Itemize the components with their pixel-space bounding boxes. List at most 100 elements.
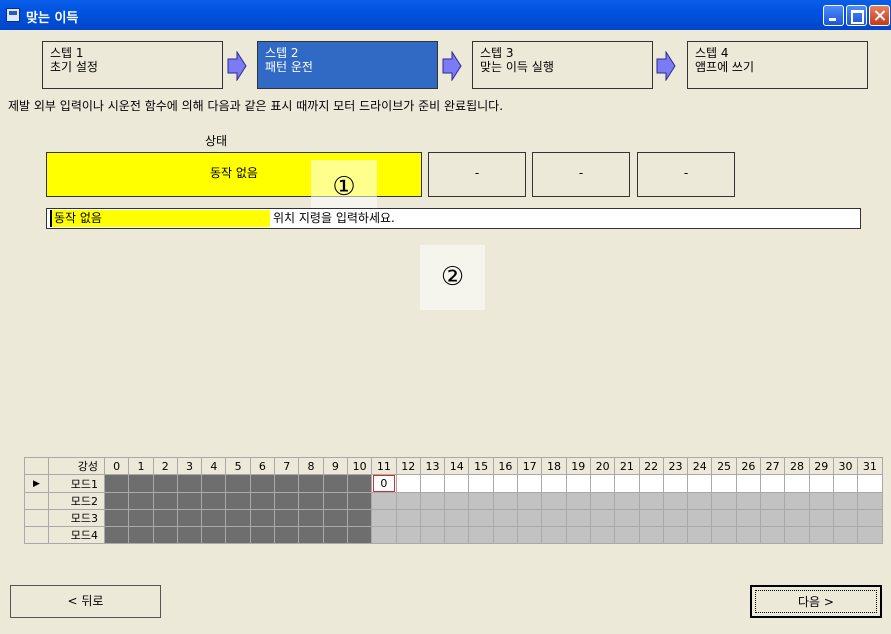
grid-cell[interactable] xyxy=(687,474,713,493)
grid-cell[interactable] xyxy=(541,509,567,527)
grid-cell[interactable] xyxy=(832,526,859,544)
grid-cell[interactable] xyxy=(176,509,203,527)
grid-cell[interactable] xyxy=(103,492,130,510)
grid-cell[interactable] xyxy=(176,474,203,493)
grid-cell[interactable] xyxy=(225,474,251,493)
grid-cell[interactable] xyxy=(419,474,446,493)
grid-cell[interactable] xyxy=(541,526,567,544)
grid-cell[interactable] xyxy=(735,526,762,544)
grid-cell[interactable] xyxy=(614,474,640,493)
table-row[interactable]: 모드3 xyxy=(24,509,883,527)
grid-cell[interactable] xyxy=(444,509,470,527)
grid-cell[interactable] xyxy=(492,492,519,510)
grid-cell[interactable] xyxy=(832,492,859,510)
grid-cell[interactable] xyxy=(711,526,737,544)
grid-cell[interactable] xyxy=(760,474,786,493)
next-button[interactable]: 다음 > xyxy=(750,585,882,618)
grid-cell[interactable] xyxy=(614,526,640,544)
grid-cell[interactable] xyxy=(565,492,591,510)
grid-cell[interactable] xyxy=(249,474,276,493)
grid-cell[interactable] xyxy=(492,526,519,544)
grid-cell[interactable] xyxy=(541,474,567,493)
grid-cell[interactable] xyxy=(662,526,689,544)
grid-cell[interactable] xyxy=(857,492,883,510)
grid-cell[interactable] xyxy=(857,526,883,544)
grid-cell[interactable] xyxy=(201,492,227,510)
grid-cell[interactable] xyxy=(395,492,421,510)
grid-cell[interactable] xyxy=(784,474,810,493)
grid-cell[interactable] xyxy=(346,526,373,544)
grid-cell[interactable] xyxy=(784,492,810,510)
grid-cell[interactable] xyxy=(128,509,154,527)
maximize-button[interactable] xyxy=(846,5,867,26)
grid-cell[interactable] xyxy=(760,509,786,527)
grid-cell[interactable] xyxy=(249,526,276,544)
grid-cell[interactable] xyxy=(444,474,470,493)
grid-cell[interactable] xyxy=(225,526,251,544)
grid-cell[interactable] xyxy=(760,526,786,544)
grid-cell[interactable] xyxy=(565,509,591,527)
grid-cell[interactable] xyxy=(711,492,737,510)
grid-cell[interactable] xyxy=(298,474,324,493)
grid-cell[interactable] xyxy=(638,526,664,544)
grid-cell[interactable] xyxy=(808,474,834,493)
grid-cell[interactable] xyxy=(662,509,689,527)
grid-cell[interactable] xyxy=(565,474,591,493)
grid-cell[interactable] xyxy=(249,509,276,527)
grid-cell[interactable] xyxy=(492,509,519,527)
grid-cell[interactable] xyxy=(517,509,543,527)
table-row[interactable]: 모드4 xyxy=(24,526,883,544)
grid-cell[interactable] xyxy=(419,526,446,544)
grid-cell[interactable] xyxy=(735,492,762,510)
grid-cell[interactable] xyxy=(419,492,446,510)
grid-cell[interactable] xyxy=(322,509,348,527)
grid-cell[interactable] xyxy=(565,526,591,544)
grid-cell[interactable] xyxy=(128,492,154,510)
grid-cell[interactable] xyxy=(201,526,227,544)
grid-cell[interactable] xyxy=(346,509,373,527)
grid-cell[interactable] xyxy=(298,509,324,527)
grid-cell[interactable] xyxy=(274,474,300,493)
grid-cell[interactable] xyxy=(687,509,713,527)
grid-cell[interactable] xyxy=(346,474,373,493)
grid-cell[interactable] xyxy=(298,492,324,510)
grid-cell[interactable] xyxy=(371,526,397,544)
grid-cell[interactable] xyxy=(589,474,616,493)
grid-cell[interactable] xyxy=(103,526,130,544)
grid-cell[interactable] xyxy=(614,492,640,510)
gain-table[interactable]: 강성 0 1 2 3 4 5 6 7 8 9 10 11 12 13 14 15 16 17 18 19 20 21 22 23… xyxy=(24,457,883,544)
grid-cell[interactable] xyxy=(103,474,130,493)
grid-cell[interactable] xyxy=(662,474,689,493)
grid-cell[interactable] xyxy=(152,509,178,527)
grid-cell[interactable]: 0 xyxy=(371,474,397,493)
grid-cell[interactable] xyxy=(492,474,519,493)
grid-cell[interactable] xyxy=(371,509,397,527)
grid-cell[interactable] xyxy=(444,492,470,510)
grid-cell[interactable] xyxy=(152,492,178,510)
grid-cell[interactable] xyxy=(371,492,397,510)
grid-cell[interactable] xyxy=(687,492,713,510)
grid-cell[interactable] xyxy=(760,492,786,510)
grid-cell[interactable] xyxy=(857,474,883,493)
window-titlebar[interactable]: 맞는 이득 xyxy=(0,0,891,30)
close-button[interactable] xyxy=(869,5,890,26)
grid-cell[interactable] xyxy=(176,526,203,544)
grid-cell[interactable] xyxy=(832,474,859,493)
grid-cell[interactable] xyxy=(128,526,154,544)
grid-cell[interactable] xyxy=(274,509,300,527)
grid-cell[interactable] xyxy=(274,492,300,510)
grid-cell[interactable] xyxy=(468,509,494,527)
grid-cell[interactable] xyxy=(638,492,664,510)
grid-cell[interactable] xyxy=(322,492,348,510)
grid-cell[interactable] xyxy=(589,509,616,527)
grid-cell[interactable] xyxy=(322,474,348,493)
grid-cell[interactable] xyxy=(589,526,616,544)
grid-cell[interactable] xyxy=(395,509,421,527)
grid-cell[interactable] xyxy=(614,509,640,527)
grid-cell[interactable] xyxy=(444,526,470,544)
grid-cell[interactable] xyxy=(225,492,251,510)
grid-cell[interactable] xyxy=(249,492,276,510)
grid-cell[interactable] xyxy=(638,509,664,527)
grid-cell[interactable] xyxy=(541,492,567,510)
grid-cell[interactable] xyxy=(517,492,543,510)
